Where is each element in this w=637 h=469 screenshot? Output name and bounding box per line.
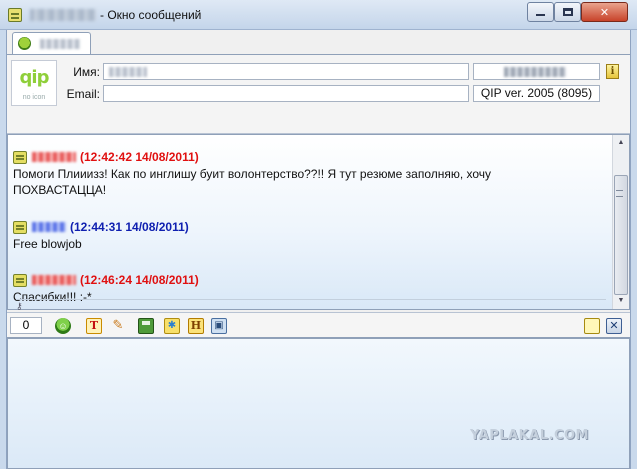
minimize-button[interactable] bbox=[527, 2, 554, 22]
message-item: (12:42:42 14/08/2011) Помоги Плииизз! Ка… bbox=[13, 149, 533, 198]
contact-info-panel: qip no icon Имя: Email: QIP ver. 2005 (8… bbox=[7, 54, 630, 134]
uin-value-redacted bbox=[504, 67, 566, 77]
window-title: - Окно сообщений bbox=[100, 8, 202, 22]
message-text: Спасибки!!! :-* bbox=[13, 290, 92, 304]
email-label: Email: bbox=[66, 87, 100, 101]
message-item: (12:46:24 14/08/2011) Спасибки!!! :-* bbox=[13, 272, 533, 305]
maximize-button[interactable] bbox=[554, 2, 581, 22]
email-field[interactable] bbox=[103, 85, 469, 102]
message-window-icon bbox=[8, 8, 22, 22]
watermark: YAPLAKAL.COM bbox=[470, 428, 589, 443]
message-input[interactable] bbox=[7, 338, 630, 469]
message-window: qip no icon Имя: Email: QIP ver. 2005 (8… bbox=[6, 30, 631, 469]
sender-nick-redacted bbox=[32, 222, 66, 232]
message-icon bbox=[13, 220, 27, 234]
online-status-icon bbox=[18, 37, 31, 50]
message-text: Помоги Плииизз! Как по инглишу буит воло… bbox=[13, 167, 492, 197]
message-icon bbox=[13, 273, 27, 287]
client-version: QIP ver. 2005 (8095) bbox=[473, 85, 600, 102]
contact-tab[interactable] bbox=[12, 32, 91, 54]
notes-icon[interactable] bbox=[584, 318, 600, 334]
sender-nick-redacted bbox=[32, 152, 76, 162]
contact-tab-name-redacted bbox=[40, 39, 80, 49]
scroll-up-arrow-icon[interactable]: ▲ bbox=[613, 135, 629, 151]
message-timestamp: (12:46:24 14/08/2011) bbox=[80, 273, 199, 287]
scroll-down-arrow-icon[interactable]: ▼ bbox=[613, 293, 629, 309]
image-icon[interactable]: ▣ bbox=[211, 318, 227, 334]
contact-uin-redacted bbox=[30, 9, 96, 21]
message-toolbar: 0 ☺ T ✎ ✱ H ▣ ✕ bbox=[7, 312, 630, 338]
history-icon[interactable]: H bbox=[188, 318, 204, 334]
uin-field[interactable] bbox=[473, 63, 600, 80]
no-icon-caption: no icon bbox=[22, 94, 46, 101]
message-text: Free blowjob bbox=[13, 237, 82, 251]
message-icon bbox=[13, 150, 27, 164]
maximize-icon bbox=[562, 8, 573, 16]
message-timestamp: (12:44:31 14/08/2011) bbox=[70, 220, 189, 234]
chat-log-scrollbar[interactable]: ▲ ▼ bbox=[612, 135, 629, 309]
avatar: qip no icon bbox=[11, 60, 57, 106]
smile-icon[interactable]: ☺ bbox=[55, 318, 71, 334]
qip-logo: qip bbox=[19, 67, 50, 88]
name-value-redacted bbox=[109, 67, 147, 77]
message-item: (12:44:31 14/08/2011) Free blowjob bbox=[13, 219, 533, 252]
scrollbar-grip-icon bbox=[616, 190, 623, 197]
name-field[interactable] bbox=[103, 63, 469, 80]
star-icon[interactable]: ✱ bbox=[164, 318, 180, 334]
save-icon[interactable] bbox=[138, 318, 154, 334]
key-icon: ⚷ bbox=[16, 301, 23, 311]
close-window-button[interactable]: ✕ bbox=[581, 2, 628, 22]
minimize-icon bbox=[536, 14, 545, 16]
chat-log[interactable]: (12:42:42 14/08/2011) Помоги Плииизз! Ка… bbox=[7, 134, 630, 311]
user-info-icon[interactable]: i bbox=[606, 64, 619, 79]
close-icon[interactable]: ✕ bbox=[606, 318, 622, 334]
character-counter: 0 bbox=[10, 317, 42, 334]
title-bar[interactable]: - Окно сообщений ✕ bbox=[0, 0, 637, 30]
sender-nick-redacted bbox=[32, 275, 76, 285]
name-label: Имя: bbox=[73, 65, 100, 79]
font-icon[interactable]: T bbox=[86, 318, 102, 334]
log-divider bbox=[16, 299, 606, 300]
message-timestamp: (12:42:42 14/08/2011) bbox=[80, 150, 199, 164]
color-icon[interactable]: ✎ bbox=[110, 318, 126, 334]
